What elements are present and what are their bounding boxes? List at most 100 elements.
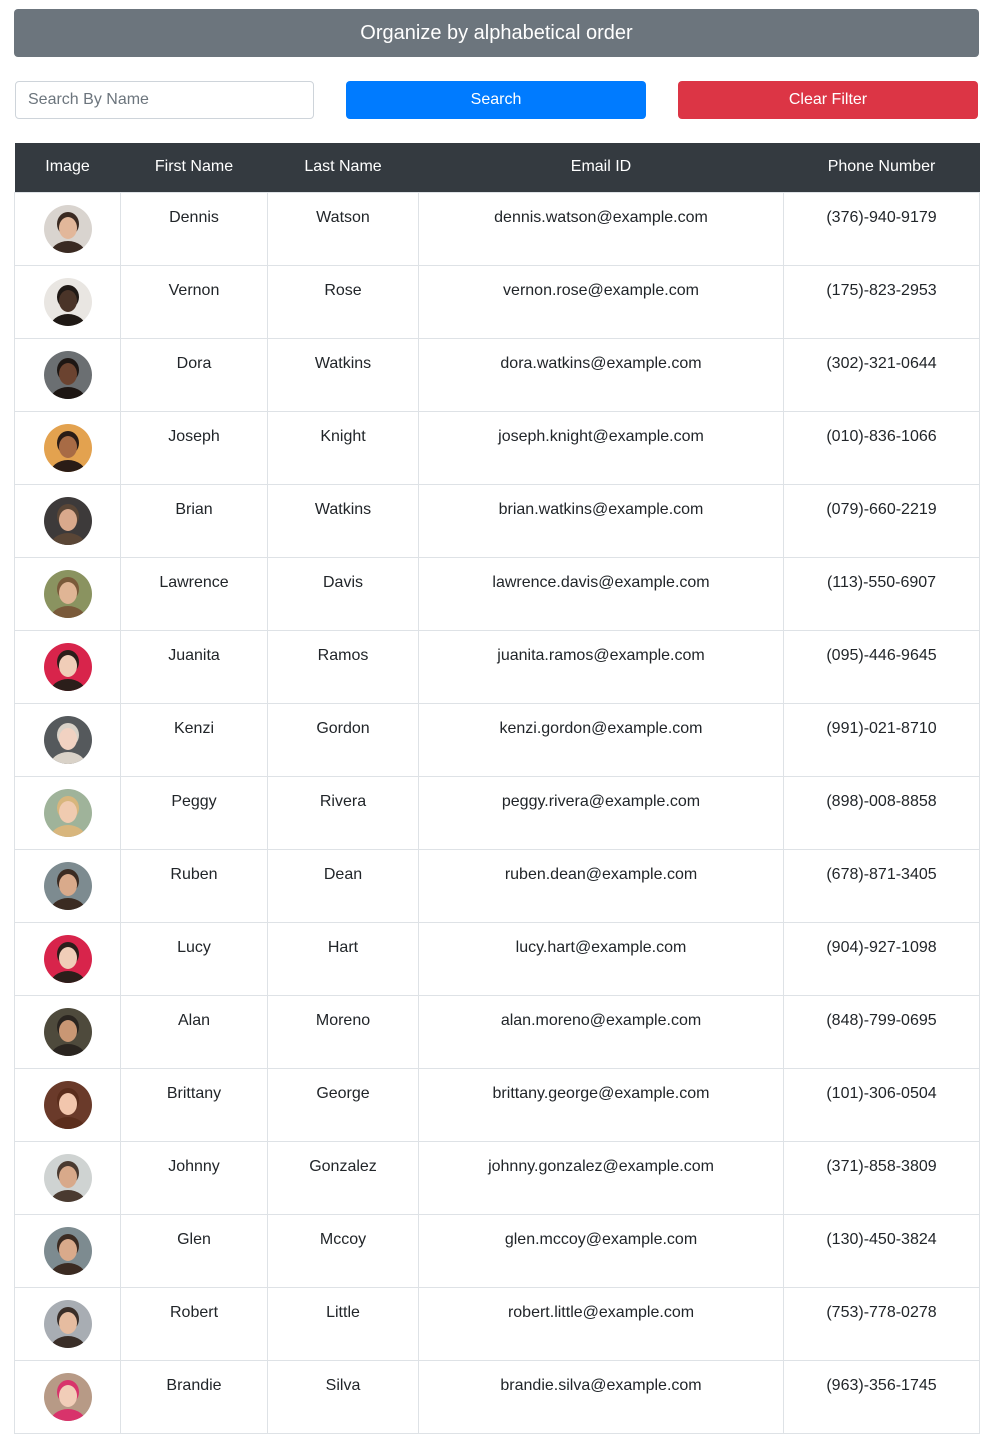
avatar <box>43 1299 92 1348</box>
first-name-cell: Alan <box>120 994 268 1069</box>
phone-cell: (113)-550-6907 <box>783 556 980 631</box>
avatar-cell <box>14 775 121 850</box>
avatar-cell <box>14 264 121 339</box>
last-name-cell: Watson <box>267 191 419 266</box>
email-cell: johnny.gonzalez@example.com <box>418 1140 784 1215</box>
first-name-cell: Glen <box>120 1213 268 1288</box>
last-name-cell: Rose <box>267 264 419 339</box>
table-row: Dennis Watson dennis.watson@example.com (37… <box>14 191 980 266</box>
table-row: Brian Watkins brian.watkins@example.com (07… <box>14 483 980 558</box>
avatar-cell <box>14 702 121 777</box>
phone-cell: (175)-823-2953 <box>783 264 980 339</box>
email-cell: robert.little@example.com <box>418 1286 784 1361</box>
last-name-cell: George <box>267 1067 419 1142</box>
last-name-cell: Little <box>267 1286 419 1361</box>
table-row: Brandie Silva brandie.silva@example.com (96… <box>14 1359 980 1434</box>
avatar <box>43 496 92 545</box>
search-button[interactable]: Search <box>346 81 646 119</box>
first-name-cell: Brian <box>120 483 268 558</box>
column-header-phone[interactable]: Phone Number <box>783 143 980 192</box>
table-row: Dora Watkins dora.watkins@example.com (302)… <box>14 337 980 412</box>
email-cell: lucy.hart@example.com <box>418 921 784 996</box>
last-name-cell: Ramos <box>267 629 419 704</box>
phone-cell: (371)-858-3809 <box>783 1140 980 1215</box>
avatar <box>43 423 92 472</box>
avatar-cell <box>14 629 121 704</box>
email-cell: ruben.dean@example.com <box>418 848 784 923</box>
avatar-cell <box>14 1140 121 1215</box>
first-name-cell: Dennis <box>120 191 268 266</box>
email-cell: dora.watkins@example.com <box>418 337 784 412</box>
table-row: Joseph Knight joseph.knight@example.com (01… <box>14 410 980 485</box>
avatar-cell <box>14 556 121 631</box>
phone-cell: (101)-306-0504 <box>783 1067 980 1142</box>
first-name-cell: Ruben <box>120 848 268 923</box>
email-cell: juanita.ramos@example.com <box>418 629 784 704</box>
last-name-cell: Gordon <box>267 702 419 777</box>
first-name-cell: Lucy <box>120 921 268 996</box>
table-row: Johnny Gonzalez johnny.gonzalez@example.co… <box>14 1140 980 1215</box>
avatar <box>43 204 92 253</box>
first-name-cell: Peggy <box>120 775 268 850</box>
organize-alphabetical-button[interactable]: Organize by alphabetical order <box>14 9 979 57</box>
first-name-cell: Kenzi <box>120 702 268 777</box>
phone-cell: (095)-446-9645 <box>783 629 980 704</box>
table-row: Glen Mccoy glen.mccoy@example.com (130)-450… <box>14 1213 980 1288</box>
phone-cell: (376)-940-9179 <box>783 191 980 266</box>
table-row: Lawrence Davis lawrence.davis@example.com(… <box>14 556 980 631</box>
avatar-cell <box>14 1067 121 1142</box>
phone-cell: (963)-356-1745 <box>783 1359 980 1434</box>
column-header-first-name[interactable]: First Name <box>120 143 268 192</box>
email-cell: joseph.knight@example.com <box>418 410 784 485</box>
avatar <box>43 1080 92 1129</box>
table-row: Lucy Hart lucy.hart@example.com (904)-927-1… <box>14 921 980 996</box>
avatar-cell <box>14 1213 121 1288</box>
avatar <box>43 788 92 837</box>
phone-cell: (991)-021-8710 <box>783 702 980 777</box>
avatar <box>43 350 92 399</box>
phone-cell: (079)-660-2219 <box>783 483 980 558</box>
email-cell: dennis.watson@example.com <box>418 191 784 266</box>
avatar <box>43 861 92 910</box>
search-by-name-input[interactable] <box>15 81 314 119</box>
first-name-cell: Brandie <box>120 1359 268 1434</box>
column-header-email[interactable]: Email ID <box>418 143 784 192</box>
phone-cell: (130)-450-3824 <box>783 1213 980 1288</box>
last-name-cell: Mccoy <box>267 1213 419 1288</box>
avatar-cell <box>14 410 121 485</box>
email-cell: vernon.rose@example.com <box>418 264 784 339</box>
avatar <box>43 715 92 764</box>
avatar-cell <box>14 191 121 266</box>
avatar <box>43 569 92 618</box>
email-cell: kenzi.gordon@example.com <box>418 702 784 777</box>
first-name-cell: Lawrence <box>120 556 268 631</box>
last-name-cell: Rivera <box>267 775 419 850</box>
avatar-cell <box>14 921 121 996</box>
table-row: Kenzi Gordon kenzi.gordon@example.com (991)… <box>14 702 980 777</box>
avatar <box>43 277 92 326</box>
column-header-last-name[interactable]: Last Name <box>267 143 419 192</box>
table-body: Dennis Watson dennis.watson@example.com (37… <box>14 191 980 1434</box>
email-cell: glen.mccoy@example.com <box>418 1213 784 1288</box>
email-cell: brian.watkins@example.com <box>418 483 784 558</box>
email-cell: brittany.george@example.com <box>418 1067 784 1142</box>
avatar <box>43 642 92 691</box>
column-header-image[interactable]: Image <box>14 143 121 192</box>
avatar <box>43 1372 92 1421</box>
last-name-cell: Hart <box>267 921 419 996</box>
avatar <box>43 1153 92 1202</box>
table-row: Brittany George brittany.george@example.co… <box>14 1067 980 1142</box>
first-name-cell: Johnny <box>120 1140 268 1215</box>
phone-cell: (904)-927-1098 <box>783 921 980 996</box>
last-name-cell: Davis <box>267 556 419 631</box>
table-header: Image First Name Last Name Email ID Phon… <box>14 143 980 192</box>
avatar-cell <box>14 337 121 412</box>
table-row: Juanita Ramos juanita.ramos@example.com (09… <box>14 629 980 704</box>
email-cell: alan.moreno@example.com <box>418 994 784 1069</box>
avatar <box>43 934 92 983</box>
last-name-cell: Silva <box>267 1359 419 1434</box>
clear-filter-button[interactable]: Clear Filter <box>678 81 978 119</box>
table-row: Vernon Rose vernon.rose@example.com (175)-8… <box>14 264 980 339</box>
table-row: Alan Moreno alan.moreno@example.com (848)-7… <box>14 994 980 1069</box>
phone-cell: (302)-321-0644 <box>783 337 980 412</box>
